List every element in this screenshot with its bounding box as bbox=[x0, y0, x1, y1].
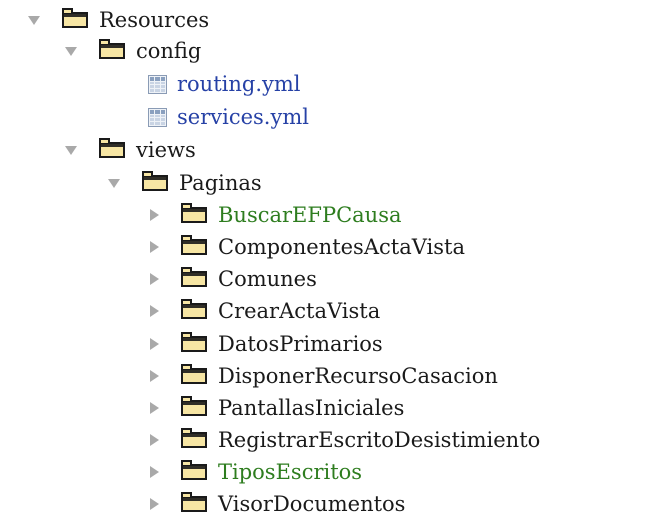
folder-icon bbox=[181, 364, 207, 384]
expand-arrow-icon[interactable] bbox=[150, 466, 159, 478]
folder-icon bbox=[181, 428, 207, 448]
tree-node-resources[interactable]: Resources bbox=[28, 4, 209, 36]
node-label: CrearActaVista bbox=[218, 299, 381, 323]
tree-node-config[interactable]: config bbox=[65, 35, 201, 67]
expand-arrow-icon[interactable] bbox=[108, 178, 120, 188]
yml-file-icon bbox=[148, 74, 167, 94]
tree-node-child[interactable]: BuscarEFPCausa bbox=[150, 199, 402, 231]
tree-node-views[interactable]: views bbox=[65, 134, 196, 166]
node-label: PantallasIniciales bbox=[218, 396, 405, 420]
node-label: Paginas bbox=[179, 171, 262, 195]
folder-icon bbox=[142, 171, 168, 191]
node-label: Resources bbox=[99, 8, 210, 32]
folder-icon bbox=[99, 138, 125, 158]
expand-arrow-icon[interactable] bbox=[150, 305, 159, 317]
node-label: views bbox=[136, 138, 196, 162]
tree-node-child[interactable]: ComponentesActaVista bbox=[150, 231, 465, 263]
folder-icon bbox=[99, 39, 125, 59]
node-label: RegistrarEscritoDesistimiento bbox=[218, 428, 541, 452]
tree-node-child[interactable]: VisorDocumentos bbox=[150, 488, 405, 520]
tree-node-child[interactable]: CrearActaVista bbox=[150, 295, 380, 327]
expand-arrow-icon[interactable] bbox=[65, 145, 77, 155]
node-label: BuscarEFPCausa bbox=[218, 203, 402, 227]
node-label: ComponentesActaVista bbox=[218, 235, 465, 259]
node-label: config bbox=[136, 39, 202, 63]
node-label: VisorDocumentos bbox=[218, 492, 406, 516]
folder-icon bbox=[62, 8, 88, 28]
node-label: DisponerRecursoCasacion bbox=[218, 364, 498, 388]
expand-arrow-icon[interactable] bbox=[28, 15, 40, 25]
folder-icon bbox=[181, 267, 207, 287]
expand-arrow-icon[interactable] bbox=[150, 209, 159, 221]
tree-node-child[interactable]: Comunes bbox=[150, 263, 317, 295]
node-label: services.yml bbox=[177, 105, 309, 129]
expand-arrow-icon[interactable] bbox=[150, 241, 159, 253]
folder-icon bbox=[181, 203, 207, 223]
tree-node-routing-yml[interactable]: routing.yml bbox=[148, 68, 301, 100]
tree-node-child[interactable]: PantallasIniciales bbox=[150, 392, 404, 424]
expand-arrow-icon[interactable] bbox=[150, 370, 159, 382]
tree-node-child[interactable]: DisponerRecursoCasacion bbox=[150, 360, 498, 392]
expand-arrow-icon[interactable] bbox=[150, 498, 159, 510]
tree-node-child[interactable]: RegistrarEscritoDesistimiento bbox=[150, 424, 540, 456]
tree-node-child[interactable]: DatosPrimarios bbox=[150, 328, 383, 360]
folder-icon bbox=[181, 492, 207, 512]
folder-icon bbox=[181, 235, 207, 255]
node-label: TiposEscritos bbox=[218, 460, 363, 484]
node-label: DatosPrimarios bbox=[218, 332, 383, 356]
expand-arrow-icon[interactable] bbox=[150, 338, 159, 350]
yml-file-icon bbox=[148, 107, 167, 127]
folder-icon bbox=[181, 299, 207, 319]
expand-arrow-icon[interactable] bbox=[65, 46, 77, 56]
tree-node-services-yml[interactable]: services.yml bbox=[148, 101, 309, 133]
node-label: Comunes bbox=[218, 267, 317, 291]
project-tree: Resources config routing.yml services.ym… bbox=[0, 0, 653, 519]
node-label: routing.yml bbox=[177, 72, 301, 96]
folder-icon bbox=[181, 460, 207, 480]
tree-node-paginas[interactable]: Paginas bbox=[108, 167, 262, 199]
expand-arrow-icon[interactable] bbox=[150, 434, 159, 446]
folder-icon bbox=[181, 396, 207, 416]
expand-arrow-icon[interactable] bbox=[150, 402, 159, 414]
expand-arrow-icon[interactable] bbox=[150, 273, 159, 285]
tree-node-child[interactable]: TiposEscritos bbox=[150, 456, 362, 488]
folder-icon bbox=[181, 332, 207, 352]
